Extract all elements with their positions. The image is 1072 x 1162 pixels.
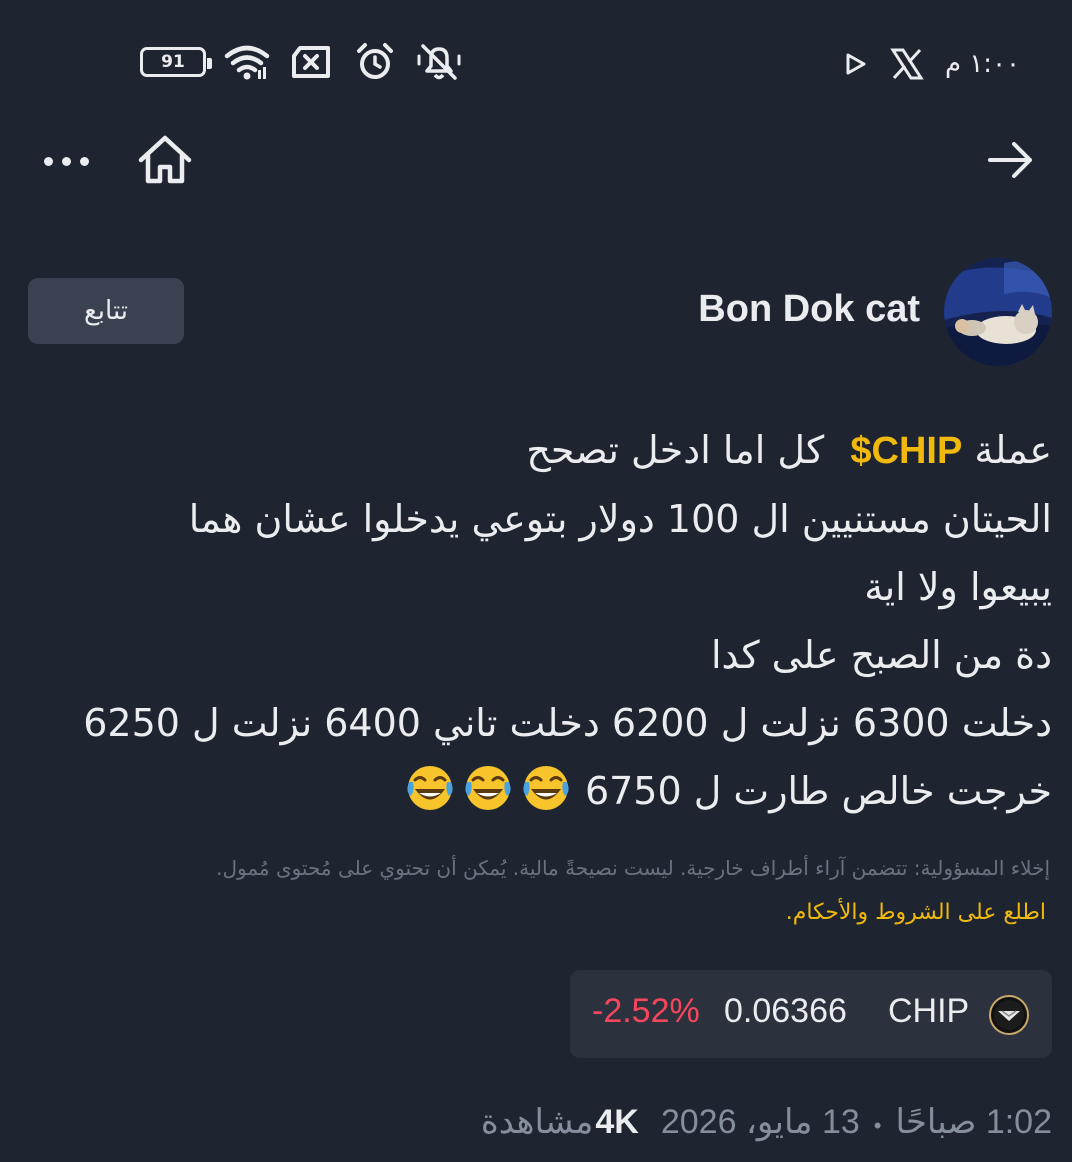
separator-dot: • (873, 1113, 882, 1138)
views-group: 4K مشاهدة (481, 1102, 639, 1142)
views-label: مشاهدة (480, 1103, 594, 1141)
laughing-tears-emoji (403, 762, 457, 814)
ticker-card[interactable]: -2.52% 0.06366 CHIP (570, 970, 1052, 1058)
author-avatar[interactable] (944, 258, 1052, 366)
cashtag-link[interactable]: $CHIP (850, 417, 962, 485)
post-time: 1:02 صباحًا (895, 1103, 1053, 1141)
status-bar: 91 ١:٠٠ م (0, 30, 1072, 94)
terms-link[interactable]: اطلع على الشروط والأحكام. (786, 900, 1046, 925)
home-icon[interactable] (136, 134, 194, 186)
post-line-1-prefix: عملة (974, 428, 1052, 472)
post-line-2: الحيتان مستنيين ال 100 دولار بتوعي يدخلو… (188, 497, 1052, 541)
disclaimer-text: إخلاء المسؤولية: تتضمن آراء أطراف خارجية… (216, 856, 1050, 880)
arrow-right-icon[interactable] (984, 138, 1036, 182)
post-line-1: عملة $CHIP كل اما ادخل تصحح (22, 416, 1052, 485)
wifi-icon (224, 42, 270, 82)
post-meta: 1:02 صباحًا • 13 مايو، 2026 4K مشاهدة (481, 1102, 1052, 1142)
battery-level: 91 (161, 52, 185, 72)
alarm-icon (352, 42, 398, 82)
ticker-change: -2.52% (592, 992, 700, 1030)
battery-icon: 91 (140, 47, 212, 77)
status-icons-right: ١:٠٠ م (843, 44, 1020, 84)
ticker-price: 0.06366 (724, 992, 847, 1030)
post-line-6: خرجت خالص طارت ل 6750 (22, 757, 1052, 825)
ticker-symbol: CHIP (888, 992, 970, 1030)
laughing-tears-emoji (461, 762, 515, 814)
post-line-4: دة من الصبح على كدا (710, 633, 1052, 677)
author-name[interactable]: Bon Dok cat (698, 288, 920, 331)
no-sim-icon (288, 42, 334, 82)
laughing-tears-emoji (519, 762, 573, 814)
post-date: 13 مايو، 2026 (660, 1103, 860, 1141)
status-icons-left: 91 (140, 42, 462, 82)
notifications-off-icon (416, 42, 462, 82)
follow-button[interactable]: تتابع (28, 278, 184, 344)
status-time: ١:٠٠ م (944, 49, 1020, 79)
x-app-icon (887, 44, 927, 84)
post-line-5: دخلت 6300 نزلت ل 6200 دخلت تاني 6400 نزل… (83, 701, 1052, 745)
views-count: 4K (595, 1103, 639, 1141)
post-line-1-suffix: كل اما ادخل تصحح (526, 428, 825, 472)
post-line-6-text: خرجت خالص طارت ل 6750 (584, 769, 1052, 813)
top-nav-bar (0, 128, 1072, 192)
post-content: عملة $CHIP كل اما ادخل تصحح الحيتان مستن… (22, 416, 1052, 825)
chip-coin-icon (988, 994, 1030, 1036)
more-dots-icon[interactable] (44, 146, 96, 176)
post-line-3: يبيعوا ولا اية (864, 565, 1052, 609)
play-store-icon (843, 44, 869, 84)
